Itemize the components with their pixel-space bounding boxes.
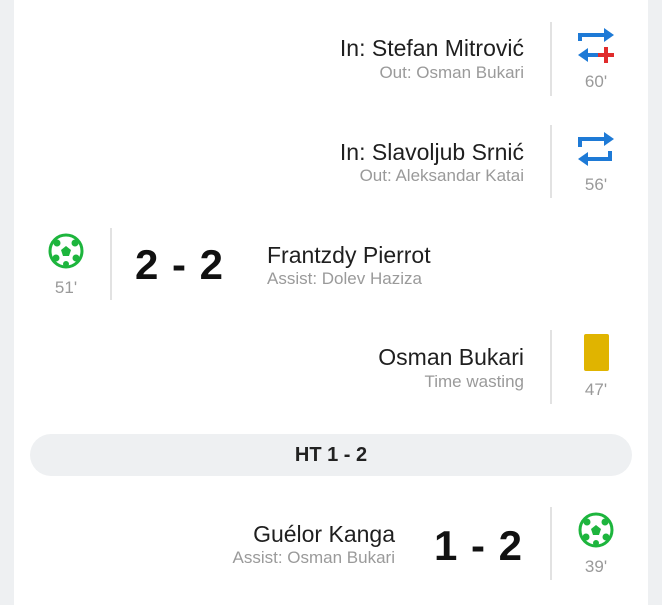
goal-assist: Assist: Osman Bukari xyxy=(232,548,396,567)
match-score: 2 - 2 xyxy=(135,241,225,288)
sub-in-player: In: Stefan Mitrović xyxy=(339,35,524,61)
divider xyxy=(550,330,552,404)
divider xyxy=(550,125,552,198)
goal-ball-icon xyxy=(578,512,614,548)
match-timeline-card: In: Stefan Mitrović Out: Osman Bukari 60… xyxy=(14,0,648,605)
match-score: 1 - 2 xyxy=(434,522,524,569)
halftime-score: HT 1 - 2 xyxy=(294,443,368,466)
goal-assist: Assist: Dolev Haziza xyxy=(267,269,422,288)
halftime-bar: HT 1 - 2 xyxy=(30,434,632,476)
event-minute: 47' xyxy=(584,380,608,399)
event-minute: 39' xyxy=(584,557,608,576)
sub-in-player: In: Slavoljub Srnić xyxy=(339,139,524,165)
sub-out-player: Out: Aleksandar Katai xyxy=(359,166,524,185)
substitution-icon xyxy=(578,132,614,166)
card-player: Osman Bukari xyxy=(378,344,524,370)
event-minute: 51' xyxy=(54,278,78,297)
event-minute: 56' xyxy=(584,175,608,194)
yellow-card-icon xyxy=(584,334,609,371)
card-reason: Time wasting xyxy=(424,372,524,391)
divider xyxy=(550,22,552,96)
event-minute: 60' xyxy=(584,72,608,91)
divider xyxy=(550,507,552,580)
sub-out-player: Out: Osman Bukari xyxy=(379,63,524,82)
goal-ball-icon xyxy=(48,233,84,269)
goal-scorer: Frantzdy Pierrot xyxy=(267,242,431,268)
goal-scorer: Guélor Kanga xyxy=(253,521,395,547)
substitution-injury-icon xyxy=(578,28,614,63)
divider xyxy=(110,228,112,300)
